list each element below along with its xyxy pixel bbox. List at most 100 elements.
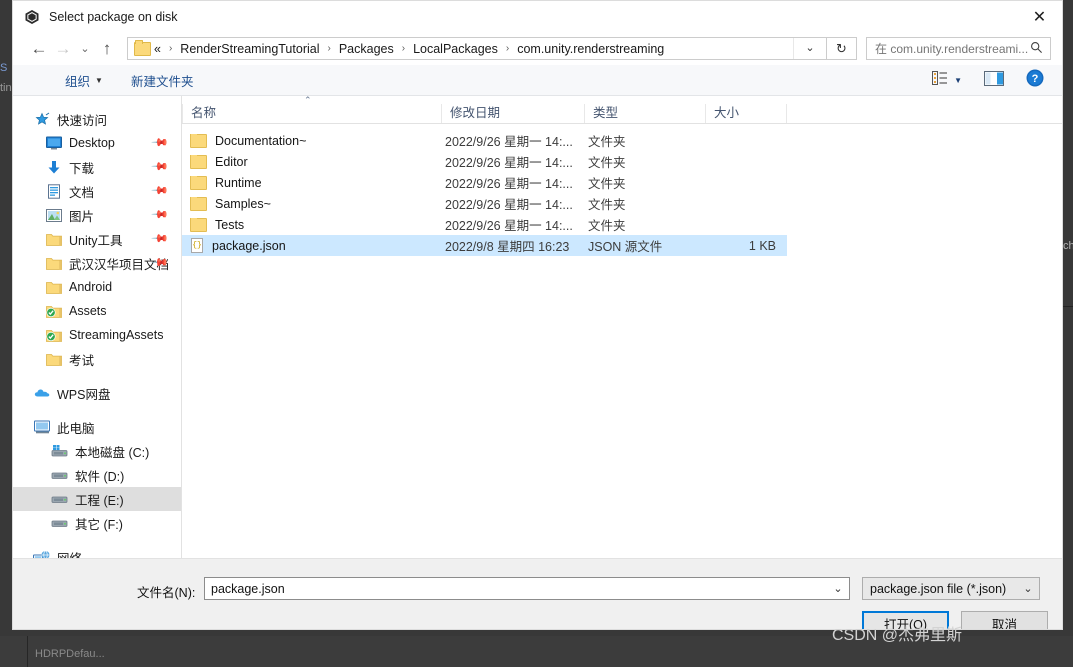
sidebar-item-assets[interactable]: Assets [13,299,181,323]
breadcrumb-item-1[interactable]: RenderStreamingTutorial [177,42,322,56]
command-bar: 组织 ▼ 新建文件夹 ▼ ? [13,65,1062,96]
filename-label: 文件名(N): [137,586,196,600]
file-date: 2022/9/26 星期一 14:... [445,135,573,149]
table-row[interactable]: Samples~ 2022/9/26 星期一 14:... 文件夹 [182,193,1062,214]
filename-value[interactable]: package.json [211,582,827,596]
table-row[interactable]: Runtime 2022/9/26 星期一 14:... 文件夹 [182,172,1062,193]
file-type-filter-select[interactable]: package.json file (*.json) ⌄ [862,577,1040,600]
refresh-button[interactable]: ↻ [827,37,857,60]
table-row[interactable]: Documentation~ 2022/9/26 星期一 14:... 文件夹 [182,130,1062,151]
organize-menu[interactable]: 组织 ▼ [65,71,103,90]
dialog-title: Select package on disk [49,9,178,24]
sidebar-item-android[interactable]: Android [13,275,181,299]
sidebar-item-desktop[interactable]: Desktop 📌 [13,131,181,155]
sidebar-item-downloads[interactable]: 下载 📌 [13,155,181,179]
sidebar-label: 文档 [69,185,95,200]
sidebar-label: Desktop [69,136,115,150]
column-header-size[interactable]: 大小 [705,104,786,123]
cloud-icon [33,385,50,401]
up-button[interactable]: ↑ [95,37,119,61]
sidebar-item-quick-access[interactable]: 快速访问 [13,107,181,131]
drive-icon [51,467,68,483]
table-row[interactable]: Editor 2022/9/26 星期一 14:... 文件夹 [182,151,1062,172]
file-list-pane: ⌃ 名称 修改日期 类型 大小 Documentation~ 2022/9/26… [182,95,1062,558]
windows-drive-icon [51,443,68,459]
nav-group-gap [13,371,181,381]
pin-icon: 📌 [150,157,169,176]
breadcrumb-root[interactable]: « [151,42,164,56]
json-file-icon: {} [191,238,203,253]
preview-pane-icon [984,70,1004,91]
new-folder-label: 新建文件夹 [130,74,194,89]
sidebar-item-pictures[interactable]: 图片 📌 [13,203,181,227]
file-name: Documentation~ [215,133,307,148]
forward-button[interactable]: → [51,37,75,61]
table-row[interactable]: Tests 2022/9/26 星期一 14:... 文件夹 [182,214,1062,235]
chevron-down-icon: ▼ [954,76,962,85]
sidebar-item-local-disk-c[interactable]: 本地磁盘 (C:) [13,439,181,463]
backdrop-text-bottom: HDRPDefau... [35,648,105,660]
open-button[interactable]: 打开(O) [862,611,949,629]
column-header-date-modified[interactable]: 修改日期 [441,104,584,123]
sidebar-item-unity-tools[interactable]: Unity工具 📌 [13,227,181,251]
sidebar-label: Unity工具 [69,233,123,248]
sidebar-label: 其它 (F:) [75,517,123,532]
file-type-filter-value: package.json file (*.json) [870,581,1007,596]
folder-icon [190,217,207,232]
sidebar-item-drive-f[interactable]: 其它 (F:) [13,511,181,535]
table-row[interactable]: {} package.json 2022/9/8 星期四 16:23 JSON … [182,235,787,256]
close-button[interactable]: ✕ [1017,1,1062,32]
sidebar-item-documents[interactable]: 文档 📌 [13,179,181,203]
folder-icon [190,154,207,169]
sidebar-item-drive-d[interactable]: 软件 (D:) [13,463,181,487]
sidebar-label: 网络 [57,548,82,559]
back-button[interactable]: ← [27,37,51,61]
sidebar-item-network[interactable]: 网络 [13,545,181,558]
column-header-type[interactable]: 类型 [584,104,705,123]
address-dropdown-icon[interactable]: ⌄ [793,38,826,59]
address-bar[interactable]: « › RenderStreamingTutorial › Packages ›… [127,37,827,60]
sidebar-item-streaming-assets[interactable]: StreamingAssets [13,323,181,347]
breadcrumb-item-3[interactable]: LocalPackages [410,42,501,56]
chevron-right-icon: › [327,43,331,54]
content-area: 快速访问 Desktop 📌 下载 📌 文档 📌 图片 📌 Unity工具 📌 … [13,95,1062,558]
sidebar-label: Android [69,280,113,294]
help-button[interactable]: ? [1018,69,1052,92]
file-type: 文件夹 [588,198,626,212]
cancel-button[interactable]: 取消 [961,611,1048,629]
filename-input[interactable]: package.json ⌄ [204,577,850,600]
backdrop-bottom-inner [0,636,1073,667]
sidebar-item-wuhan-project-docs[interactable]: 武汉汉华项目文档 📌 [13,251,181,275]
folder-icon [190,175,207,190]
sidebar-item-drive-e[interactable]: 工程 (E:) [13,487,181,511]
nav-group-gap [13,405,181,415]
chevron-right-icon: › [505,43,510,54]
backdrop-right-strip [1063,0,1073,667]
chevron-down-icon[interactable]: ⌄ [827,582,849,595]
change-view-button[interactable]: ▼ [924,71,970,90]
search-box[interactable]: 在 com.unity.renderstreami... [866,37,1051,60]
breadcrumb-item-2[interactable]: Packages [336,42,397,56]
title-bar: Select package on disk ✕ [13,1,1062,32]
pictures-icon [45,207,62,223]
chevron-down-icon: ⌄ [1023,583,1033,595]
drive-icon [51,515,68,531]
folder-icon [45,279,62,295]
sort-ascending-icon: ⌃ [304,95,312,105]
file-name: Samples~ [215,196,271,211]
folder-icon [190,196,207,211]
breadcrumb-item-4[interactable]: com.unity.renderstreaming [514,42,667,56]
sidebar-item-wps-cloud[interactable]: WPS网盘 [13,381,181,405]
backdrop-text-right: ch [1063,240,1073,252]
recent-locations-button[interactable]: ⌄ [75,37,95,61]
folder-icon [45,351,62,367]
search-input[interactable]: 在 com.unity.renderstreami... [875,40,1030,57]
sidebar-label: Assets [69,304,107,318]
column-header-name[interactable]: 名称 [182,104,441,123]
sidebar-item-this-pc[interactable]: 此电脑 [13,415,181,439]
sidebar-item-exam[interactable]: 考试 [13,347,181,371]
new-folder-button[interactable]: 新建文件夹 [131,71,194,90]
dialog-footer: 文件名(N): package.json ⌄ package.json file… [13,558,1062,629]
preview-pane-button[interactable] [970,70,1018,91]
file-date: 2022/9/26 星期一 14:... [445,219,573,233]
